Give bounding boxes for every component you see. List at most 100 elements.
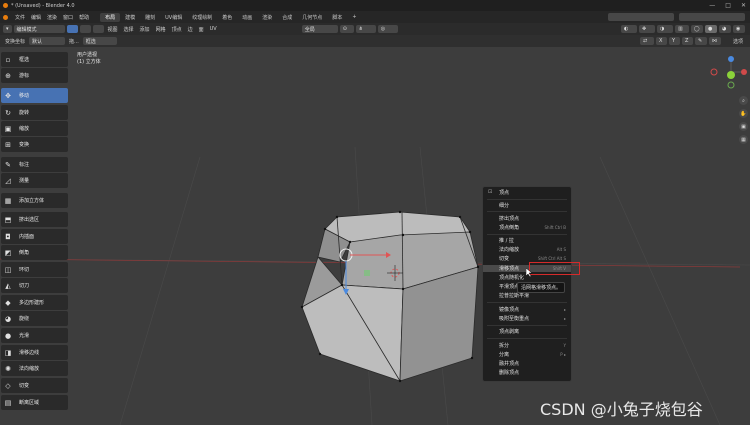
tool-move[interactable]: ✥ 移动 (1, 88, 68, 103)
menu-file[interactable]: 文件 (12, 14, 28, 21)
editor-type-button[interactable]: ▾ (3, 25, 12, 33)
transform-orientation-dropdown[interactable]: 默认 (29, 37, 66, 45)
tool-rip-region[interactable]: ▤ 断离区域 (1, 395, 68, 410)
tab-uv[interactable]: UV编辑 (160, 13, 187, 22)
menu-item-vertex-rip[interactable]: 顶点剥离 (483, 328, 571, 335)
tool-select-box[interactable]: ▫ 框选 (1, 52, 68, 67)
auto-merge-icon[interactable]: ⋈ (708, 37, 721, 45)
mesh-object[interactable] (301, 211, 479, 382)
scene-selector[interactable] (608, 13, 674, 21)
snap-icon[interactable]: ⋔ (355, 25, 376, 33)
orientation-dropdown[interactable]: 全局 (301, 25, 338, 33)
menu-render[interactable]: 渲染 (44, 14, 60, 21)
tab-animation[interactable]: 动画 (237, 13, 257, 22)
tool-knife[interactable]: ◭ 切刀 (1, 278, 68, 293)
tab-compositing[interactable]: 合成 (277, 13, 297, 22)
tool-annotate[interactable]: ✎ 标注 (1, 157, 68, 172)
proportional-edit-icon[interactable]: ◎ (377, 25, 398, 33)
menu-item-snap-to-symmetry[interactable]: 吸附至衡重点 ▸ (483, 315, 571, 322)
tool-cursor[interactable]: ⊕ 游标 (1, 68, 68, 83)
options-menu[interactable]: 选项 (730, 38, 746, 45)
blender-menu-icon[interactable] (3, 14, 8, 20)
tab-rendering[interactable]: 渲染 (257, 13, 277, 22)
menu-item-separate[interactable]: 分离 P ▸ (483, 351, 571, 358)
xray-icon[interactable]: ▥ (675, 25, 689, 33)
tab-scripting[interactable]: 脚本 (327, 13, 347, 22)
tool-measure[interactable]: ◿ 测量 (1, 173, 68, 188)
tab-texture-paint[interactable]: 纹理绘制 (187, 13, 217, 22)
tool-inset[interactable]: ◘ 内插面 (1, 229, 68, 244)
menu-item-bevel-vertices[interactable]: 顶点倒角 Shift Ctrl B (483, 224, 571, 231)
add-workspace-button[interactable]: + (347, 13, 361, 22)
tab-geometry-nodes[interactable]: 几何节点 (297, 13, 327, 22)
pan-hand-icon[interactable]: ✋ (739, 109, 748, 118)
gizmo-neg-y-icon[interactable] (727, 81, 735, 89)
tool-shear[interactable]: ◇ 切变 (1, 378, 68, 393)
tab-sculpt[interactable]: 雕刻 (140, 13, 160, 22)
gizmo-icon[interactable]: ✥ (639, 25, 655, 33)
tab-shading[interactable]: 着色 (217, 13, 237, 22)
menu-item-subdivide[interactable]: 细分 (483, 202, 571, 209)
tool-transform[interactable]: ⊞ 变换 (1, 137, 68, 152)
menu-face[interactable]: 面 (196, 26, 207, 33)
gizmo-plane-handle[interactable] (364, 270, 370, 276)
mode-dropdown[interactable]: 编辑模式 (13, 25, 65, 33)
gizmo-x-axis-icon[interactable] (741, 69, 747, 75)
menu-select[interactable]: 选择 (121, 26, 137, 33)
tab-layout[interactable]: 布局 (100, 12, 121, 22)
menu-item-laplacian-smooth[interactable]: 拉普拉斯平滑 (483, 292, 571, 299)
solid-shading-icon[interactable]: ● (705, 25, 717, 33)
tool-poly-build[interactable]: ◆ 多边形建形 (1, 295, 68, 310)
zoom-icon[interactable]: ⌕ (739, 96, 748, 105)
mirror-x-toggle[interactable]: X (655, 37, 667, 45)
menu-item-dissolve-vertices[interactable]: 融并顶点 (483, 360, 571, 367)
menu-item-shear[interactable]: 切变 Shift Ctrl Alt S (483, 255, 571, 262)
tool-extrude[interactable]: ⬒ 挤出选区 (1, 212, 68, 227)
overlay-icon[interactable]: ◑ (657, 25, 673, 33)
navigation-gizmo[interactable] (710, 56, 747, 89)
mirror-settings-icon[interactable]: ⇄ (639, 37, 654, 45)
visibility-icon[interactable]: ◐ (621, 25, 637, 33)
menu-mesh[interactable]: 网格 (153, 26, 169, 33)
wireframe-shading-icon[interactable]: ◯ (691, 25, 703, 33)
menu-uv[interactable]: UV (207, 26, 220, 32)
viewport-canvas[interactable] (0, 47, 750, 425)
gizmo-z-axis-icon[interactable] (728, 56, 734, 62)
tool-bevel[interactable]: ◩ 倒角 (1, 245, 68, 260)
tool-shrink-fatten[interactable]: ✺ 法向缩放 (1, 361, 68, 376)
pivot-icon[interactable]: ⊙ (339, 25, 354, 33)
menu-item-split[interactable]: 拆分 Y (483, 342, 571, 349)
menu-edit[interactable]: 编辑 (28, 14, 44, 21)
tool-rotate[interactable]: ↻ 旋转 (1, 105, 68, 120)
camera-view-icon[interactable]: ▣ (739, 122, 748, 131)
tool-spin[interactable]: ◕ 旋绕 (1, 311, 68, 326)
mirror-y-toggle[interactable]: Y (668, 37, 680, 45)
maximize-button[interactable]: □ (725, 2, 731, 9)
vertex-select-button[interactable] (66, 25, 78, 33)
menu-item-shrink-fatten[interactable]: 法向缩放 Alt S (483, 246, 571, 253)
gizmo-neg-x-icon[interactable] (710, 68, 718, 76)
close-button[interactable]: ✕ (741, 2, 746, 9)
material-shading-icon[interactable]: ◕ (719, 25, 731, 33)
tool-loop-cut[interactable]: ◫ 环切 (1, 262, 68, 277)
menu-view[interactable]: 视图 (105, 26, 121, 33)
tool-smooth[interactable]: ● 光滑 (1, 328, 68, 343)
tab-modeling[interactable]: 建模 (120, 13, 140, 22)
tool-scale[interactable]: ▣ 缩放 (1, 121, 68, 136)
menu-item-delete-vertices[interactable]: 删除顶点 (483, 369, 571, 376)
menu-item-mirror-vertices[interactable]: 镜像顶点 ▸ (483, 306, 571, 313)
menu-window[interactable]: 窗口 (60, 14, 76, 21)
menu-item-push-pull[interactable]: 推 / 拉 (483, 237, 571, 244)
mesh-face[interactable] (301, 284, 404, 382)
view-layer-selector[interactable] (679, 13, 745, 21)
gizmo-y-axis-icon[interactable] (727, 71, 735, 79)
menu-vertex[interactable]: 顶点 (169, 26, 185, 33)
tool-add-cube[interactable]: ▦ 添加立方体 (1, 193, 68, 208)
face-select-button[interactable] (92, 25, 104, 33)
edit-settings-icon[interactable]: ✎ (694, 37, 707, 45)
perspective-toggle-icon[interactable]: ▦ (739, 135, 748, 144)
minimize-button[interactable]: — (709, 2, 715, 9)
menu-item-extrude-vertices[interactable]: 挤出顶点 (483, 215, 571, 222)
tool-edge-slide[interactable]: ◨ 滑移边线 (1, 345, 68, 360)
menu-edge[interactable]: 边 (185, 26, 196, 33)
